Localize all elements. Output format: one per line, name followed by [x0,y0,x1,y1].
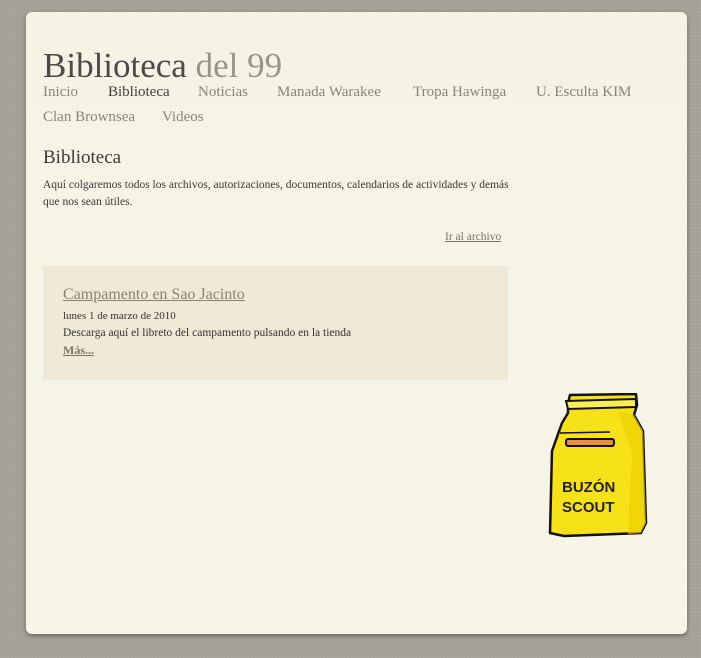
nav-item-tropa-hawinga[interactable]: Tropa Hawinga [413,84,506,101]
mailbox-label-line2: SCOUT [562,499,615,516]
post-more-link[interactable]: Más... [63,343,94,358]
post-title-link[interactable]: Campamento en Sao Jacinto [63,286,245,304]
nav-item-inicio[interactable]: Inicio [43,84,78,101]
page-container: Biblioteca del 99 Inicio Biblioteca Noti… [26,12,687,634]
section-title: Biblioteca [43,147,122,168]
post-date: lunes 1 de marzo de 2010 [63,310,176,322]
nav-item-manada-warakee[interactable]: Manada Warakee [277,84,381,101]
nav-item-u-esculta-kim[interactable]: U. Esculta KIM [536,84,631,101]
nav-item-clan-brownsea[interactable]: Clan Brownsea [43,109,135,126]
mailbox-label-line1: BUZÓN [562,478,615,496]
post-description: Descarga aquí el libreto del campamento … [63,327,352,339]
site-title[interactable]: Biblioteca del 99 [43,46,282,86]
site-title-main: Biblioteca [43,46,187,85]
nav-item-biblioteca[interactable]: Biblioteca [108,84,170,101]
section-intro: Aquí colgaremos todos los archivos, auto… [43,179,509,208]
nav-item-videos[interactable]: Videos [162,109,204,126]
post-card: Campamento en Sao Jacinto lunes 1 de mar… [43,266,508,380]
archive-link[interactable]: Ir al archivo [445,231,501,243]
site-title-sub: del 99 [195,46,283,85]
mailbox-icon: BUZÓN SCOUT [548,392,648,538]
nav-item-noticias[interactable]: Noticias [198,84,248,101]
mailbox-button[interactable]: BUZÓN SCOUT [548,392,658,545]
